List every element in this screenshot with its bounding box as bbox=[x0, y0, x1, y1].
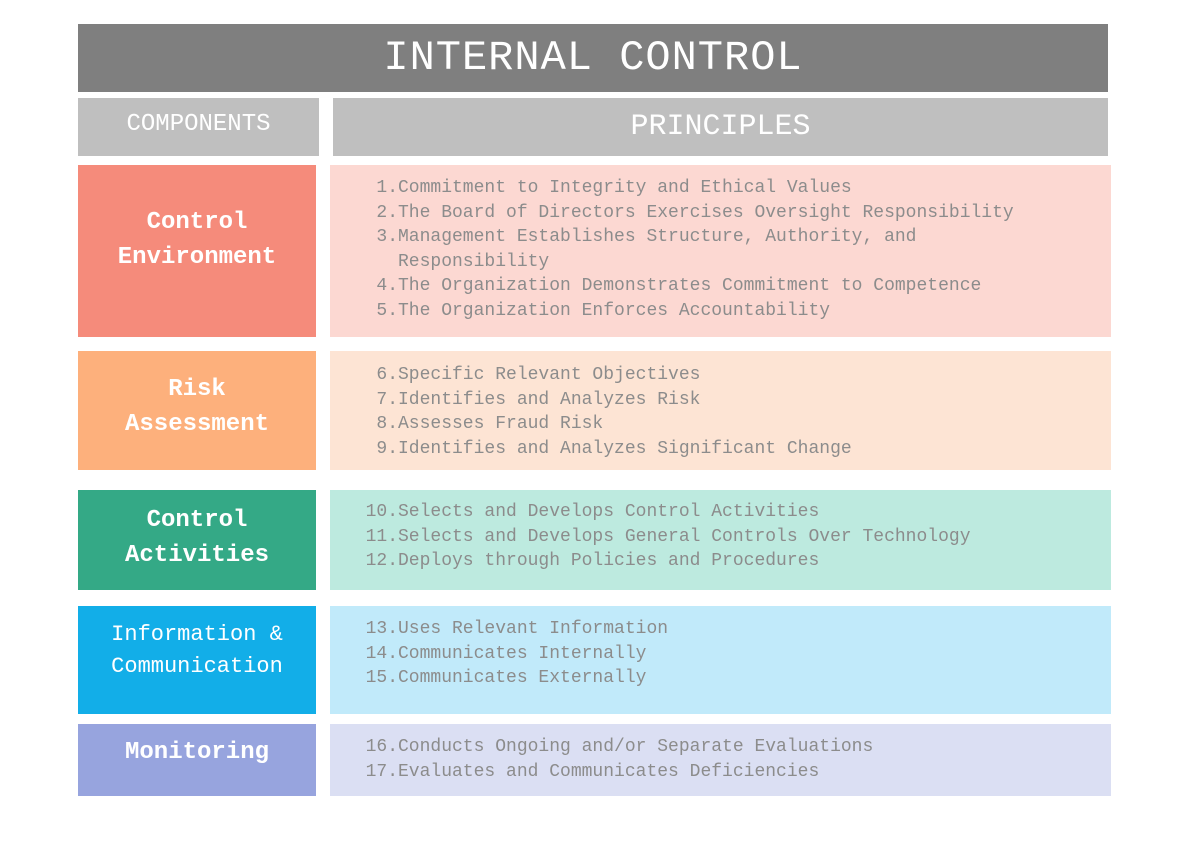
component-control-activities: Control Activities bbox=[78, 490, 316, 590]
component-control-environment: Control Environment Control Environment bbox=[78, 165, 316, 337]
principle-item: 3. Management Establishes Structure, Auth… bbox=[370, 225, 1111, 274]
principle-text: Deploys through Policies and Procedures bbox=[398, 551, 820, 571]
principles-list: 6. Specific Relevant Objectives 7. Identif… bbox=[370, 363, 1111, 461]
component-monitoring: Monitoring bbox=[78, 724, 316, 796]
component-information-communication: Information & Communication bbox=[78, 606, 316, 714]
principle-number: 12. bbox=[365, 551, 398, 571]
principles-information-communication: 13. Uses Relevant Information 14. Communic… bbox=[330, 606, 1111, 714]
principle-item: 16. Conducts Ongoing and/or Separate Eval… bbox=[360, 735, 1111, 760]
component-label-line: Assessment bbox=[124, 410, 270, 438]
principle-text: Communicates Internally bbox=[398, 643, 647, 664]
principle-text: Commitment to Integrity and Ethical Valu… bbox=[398, 178, 852, 198]
component-label: Control Activities bbox=[125, 503, 269, 573]
components-header: COMPONENTS bbox=[78, 98, 319, 156]
principles-list: 16. Conducts Ongoing and/or Separate Eval… bbox=[360, 735, 1111, 784]
principle-number: 8. bbox=[376, 414, 398, 434]
principle-number: 5. bbox=[376, 300, 398, 321]
component-label-line: Activities bbox=[124, 542, 270, 569]
principle-text: Selects and Develops Control Activities bbox=[398, 502, 820, 522]
principle-number: 3. bbox=[376, 227, 398, 247]
principle-item: 8. Assesses Fraud Risk bbox=[370, 412, 1111, 437]
principle-number: 17. bbox=[365, 761, 398, 782]
component-label-line: Risk bbox=[168, 375, 226, 403]
principle-item: 14. Communicates Internally bbox=[360, 642, 1111, 667]
principles-control-activities: 10. Selects and Develops Control Activiti… bbox=[330, 490, 1111, 590]
principles-list: 13. Uses Relevant Information 14. Communic… bbox=[360, 617, 1111, 691]
principles-monitoring: 16. Conducts Ongoing and/or Separate Eval… bbox=[330, 724, 1111, 796]
component-label-line: Information & bbox=[111, 622, 283, 647]
principle-item: 7. Identifies and Analyzes Risk bbox=[370, 388, 1111, 413]
principle-item: 6. Specific Relevant Objectives bbox=[370, 363, 1111, 388]
principle-number: 16. bbox=[365, 737, 398, 757]
principle-text: Assesses Fraud Risk bbox=[398, 414, 604, 434]
principle-item: 12. Deploys through Policies and Procedur… bbox=[360, 549, 1111, 574]
component-label: Control Environment bbox=[118, 205, 276, 275]
principle-text: Identifies and Analyzes Risk bbox=[398, 389, 701, 410]
principle-text: Uses Relevant Information bbox=[398, 619, 669, 639]
principle-item: 17. Evaluates and Communicates Deficienci… bbox=[360, 760, 1111, 785]
principles-header-label: PRINCIPLES bbox=[630, 110, 811, 144]
principle-text: Conducts Ongoing and/or Separate Evaluat… bbox=[398, 737, 874, 757]
principle-text: Management Establishes Structure, Author… bbox=[398, 227, 917, 272]
principle-number: 4. bbox=[376, 276, 398, 296]
principle-number: 6. bbox=[376, 365, 398, 385]
principle-number: 15. bbox=[365, 668, 398, 688]
principle-item: 10. Selects and Develops Control Activiti… bbox=[360, 500, 1111, 525]
principle-text: Evaluates and Communicates Deficiencies bbox=[398, 761, 820, 782]
principle-number: 7. bbox=[376, 389, 398, 410]
principle-text: The Organization Demonstrates Commitment… bbox=[398, 276, 982, 296]
component-label: Risk Assessment bbox=[125, 372, 269, 442]
principle-item: 2. The Board of Directors Exercises Overs… bbox=[370, 201, 1111, 226]
principle-item: 1. Commitment to Integrity and Ethical Va… bbox=[370, 176, 1111, 201]
principle-text: Selects and Develops General Controls Ov… bbox=[398, 526, 971, 547]
principles-risk-assessment: 6. Specific Relevant Objectives 7. Identif… bbox=[330, 351, 1111, 470]
principles-list: 10. Selects and Develops Control Activiti… bbox=[360, 500, 1111, 574]
component-label-line: Control bbox=[146, 507, 248, 534]
principle-text: The Organization Enforces Accountability bbox=[398, 300, 831, 321]
principle-number: 9. bbox=[376, 438, 398, 459]
principle-number: 13. bbox=[365, 619, 398, 639]
components-header-label: COMPONENTS bbox=[126, 110, 271, 138]
principle-text: Identifies and Analyzes Significant Chan… bbox=[398, 438, 852, 459]
principles-list: 1. Commitment to Integrity and Ethical Va… bbox=[370, 176, 1111, 323]
component-label-line: Communication bbox=[111, 654, 283, 679]
principle-item: 11. Selects and Develops General Controls… bbox=[360, 525, 1111, 550]
principle-number: 2. bbox=[376, 202, 398, 223]
component-label-line: Environment bbox=[117, 244, 277, 271]
principle-text: Specific Relevant Objectives bbox=[398, 365, 701, 385]
principles-header: PRINCIPLES bbox=[333, 98, 1108, 156]
component-label-line: Monitoring bbox=[124, 738, 270, 766]
principle-number: 11. bbox=[365, 526, 398, 547]
principles-control-environment: 1. Commitment to Integrity and Ethical Va… bbox=[330, 165, 1111, 337]
component-risk-assessment: Risk Assessment bbox=[78, 351, 316, 470]
principle-text: Communicates Externally bbox=[398, 668, 647, 688]
principle-number: 1. bbox=[376, 178, 398, 198]
page-title: INTERNAL CONTROL bbox=[383, 34, 803, 82]
principle-text: The Board of Directors Exercises Oversig… bbox=[398, 202, 1014, 223]
principle-number: 14. bbox=[365, 643, 398, 664]
principle-item: 5. The Organization Enforces Accountabili… bbox=[370, 299, 1111, 324]
principle-item: 13. Uses Relevant Information bbox=[360, 617, 1111, 642]
title-banner: INTERNAL CONTROL bbox=[78, 24, 1108, 92]
component-label: Monitoring bbox=[125, 735, 269, 770]
principle-item: 9. Identifies and Analyzes Significant Ch… bbox=[370, 437, 1111, 462]
principle-item: 15. Communicates Externally bbox=[360, 666, 1111, 691]
component-label: Information & Communication bbox=[111, 619, 283, 683]
principle-item: 4. The Organization Demonstrates Commitme… bbox=[370, 274, 1111, 299]
component-label-line: Control bbox=[146, 209, 248, 236]
principle-number: 10. bbox=[365, 502, 398, 522]
